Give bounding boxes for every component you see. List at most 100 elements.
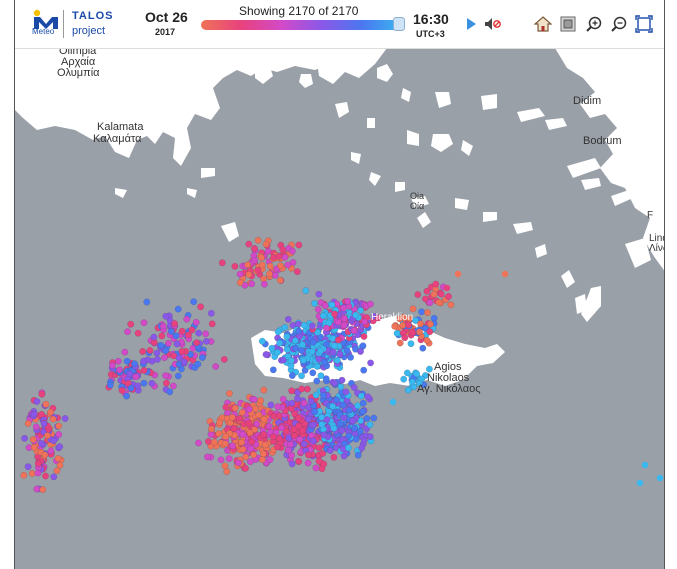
lightning-strike-marker	[202, 330, 210, 338]
lightning-strike-marker	[320, 431, 328, 439]
lightning-strike-marker	[338, 427, 346, 434]
lightning-strike-marker	[341, 315, 348, 323]
lightning-strike-marker	[228, 413, 236, 421]
lightning-strike-marker	[292, 344, 299, 352]
lightning-strike-marker	[253, 420, 261, 428]
lightning-strike-marker	[265, 422, 273, 430]
map-view[interactable]: Olimpia Αρχαία Ολυμπία Kalamata Καλαμάτα…	[15, 48, 665, 569]
lightning-strike-marker	[343, 347, 351, 355]
lightning-strike-marker	[356, 427, 364, 435]
lightning-strike-marker	[329, 348, 337, 356]
lightning-strike-marker	[131, 360, 138, 368]
lightning-strike-marker	[190, 298, 198, 306]
lightning-strike-marker	[259, 450, 267, 458]
lightning-strike-marker	[132, 373, 140, 381]
lightning-strike-marker	[300, 321, 308, 329]
lightning-strike-marker	[244, 261, 252, 269]
lightning-strike-marker	[310, 421, 318, 429]
lightning-strike-marker	[140, 366, 148, 374]
lightning-strike-marker	[317, 372, 325, 380]
year-label: 2017	[155, 27, 176, 37]
lightning-strike-marker	[298, 385, 306, 393]
lightning-strike-marker	[330, 342, 338, 350]
lightning-strike-marker	[50, 437, 58, 445]
lightning-strike-marker	[29, 436, 37, 443]
lightning-strike-marker	[216, 419, 224, 426]
lightning-strike-marker	[366, 300, 374, 308]
lightning-strike-marker	[311, 408, 319, 416]
lightning-strike-marker	[37, 439, 45, 447]
lightning-strike-marker	[321, 302, 329, 310]
lightning-strike-marker	[193, 339, 201, 347]
lightning-strike-marker	[426, 299, 434, 307]
lightning-strike-marker	[304, 415, 312, 423]
time-slider-track[interactable]	[201, 20, 403, 30]
lightning-strike-marker	[178, 327, 186, 335]
lightning-strike-marker	[328, 301, 336, 309]
zoom-in-button[interactable]	[584, 14, 604, 34]
lightning-strike-marker	[140, 319, 148, 327]
lightning-strike-marker	[261, 441, 269, 449]
lightning-strike-marker	[28, 470, 36, 477]
lightning-strike-marker	[266, 456, 274, 464]
lightning-strike-marker	[295, 458, 303, 465]
lightning-strike-marker	[399, 321, 407, 329]
lightning-strike-marker	[350, 384, 358, 391]
lightning-strike-marker	[309, 338, 317, 346]
fullscreen-button[interactable]	[634, 14, 654, 34]
lightning-strike-marker	[366, 421, 374, 429]
lightning-strike-marker	[408, 378, 416, 386]
lightning-strike-marker	[242, 453, 250, 461]
lightning-strike-marker	[359, 407, 367, 415]
lightning-strike-marker	[255, 411, 263, 419]
lightning-strike-marker	[318, 420, 326, 428]
lightning-strike-marker	[309, 369, 317, 377]
lightning-strike-marker	[24, 420, 32, 427]
lightning-strike-marker	[267, 401, 275, 409]
lightning-strike-marker	[298, 347, 305, 354]
lightning-strike-marker	[295, 241, 303, 249]
lightning-strike-marker	[192, 318, 200, 326]
layers-button[interactable]	[558, 14, 578, 34]
lightning-strike-marker	[56, 443, 64, 451]
lightning-strike-marker	[321, 358, 328, 366]
lightning-strike-marker	[164, 339, 172, 347]
lightning-strike-marker	[307, 397, 315, 405]
mute-button[interactable]	[483, 14, 503, 34]
lightning-strike-marker	[357, 348, 364, 355]
lightning-strike-marker	[47, 447, 55, 455]
lightning-strike-marker	[258, 254, 265, 262]
lightning-strike-marker	[194, 360, 202, 368]
lightning-strike-marker	[173, 340, 181, 348]
lightning-strike-marker	[254, 266, 262, 274]
home-button[interactable]	[533, 14, 553, 34]
date-label: Oct 26	[145, 9, 188, 25]
lightning-strike-marker	[39, 486, 47, 494]
lightning-strike-marker	[345, 406, 353, 414]
lightning-strike-marker	[166, 388, 174, 396]
lightning-strike-marker	[274, 403, 282, 411]
lightning-strike-marker	[276, 276, 284, 284]
lightning-strike-marker	[174, 372, 182, 380]
lightning-strike-marker	[42, 472, 49, 480]
play-button[interactable]	[461, 14, 481, 34]
lightning-strike-marker	[221, 440, 229, 448]
zoom-out-button[interactable]	[609, 14, 629, 34]
lightning-strike-marker	[258, 261, 266, 269]
lightning-strike-marker	[148, 379, 156, 387]
lightning-strike-marker	[315, 355, 323, 363]
lightning-strike-marker	[146, 347, 154, 354]
time-slider-handle[interactable]	[393, 17, 405, 31]
lightning-strike-marker	[295, 320, 302, 328]
lightning-strike-marker	[257, 397, 265, 405]
lightning-strike-marker	[124, 328, 131, 336]
lightning-strike-marker	[367, 359, 375, 367]
lightning-strike-marker	[222, 433, 230, 441]
lightning-strike-marker	[389, 398, 397, 406]
lightning-strike-marker	[123, 392, 131, 400]
lightning-strike-marker	[47, 408, 55, 416]
lightning-strike-marker	[333, 356, 341, 364]
lightning-strike-marker	[281, 253, 289, 261]
map-canvas[interactable]: Olimpia Αρχαία Ολυμπία Kalamata Καλαμάτα…	[15, 48, 665, 569]
lightning-strike-marker	[38, 390, 46, 398]
